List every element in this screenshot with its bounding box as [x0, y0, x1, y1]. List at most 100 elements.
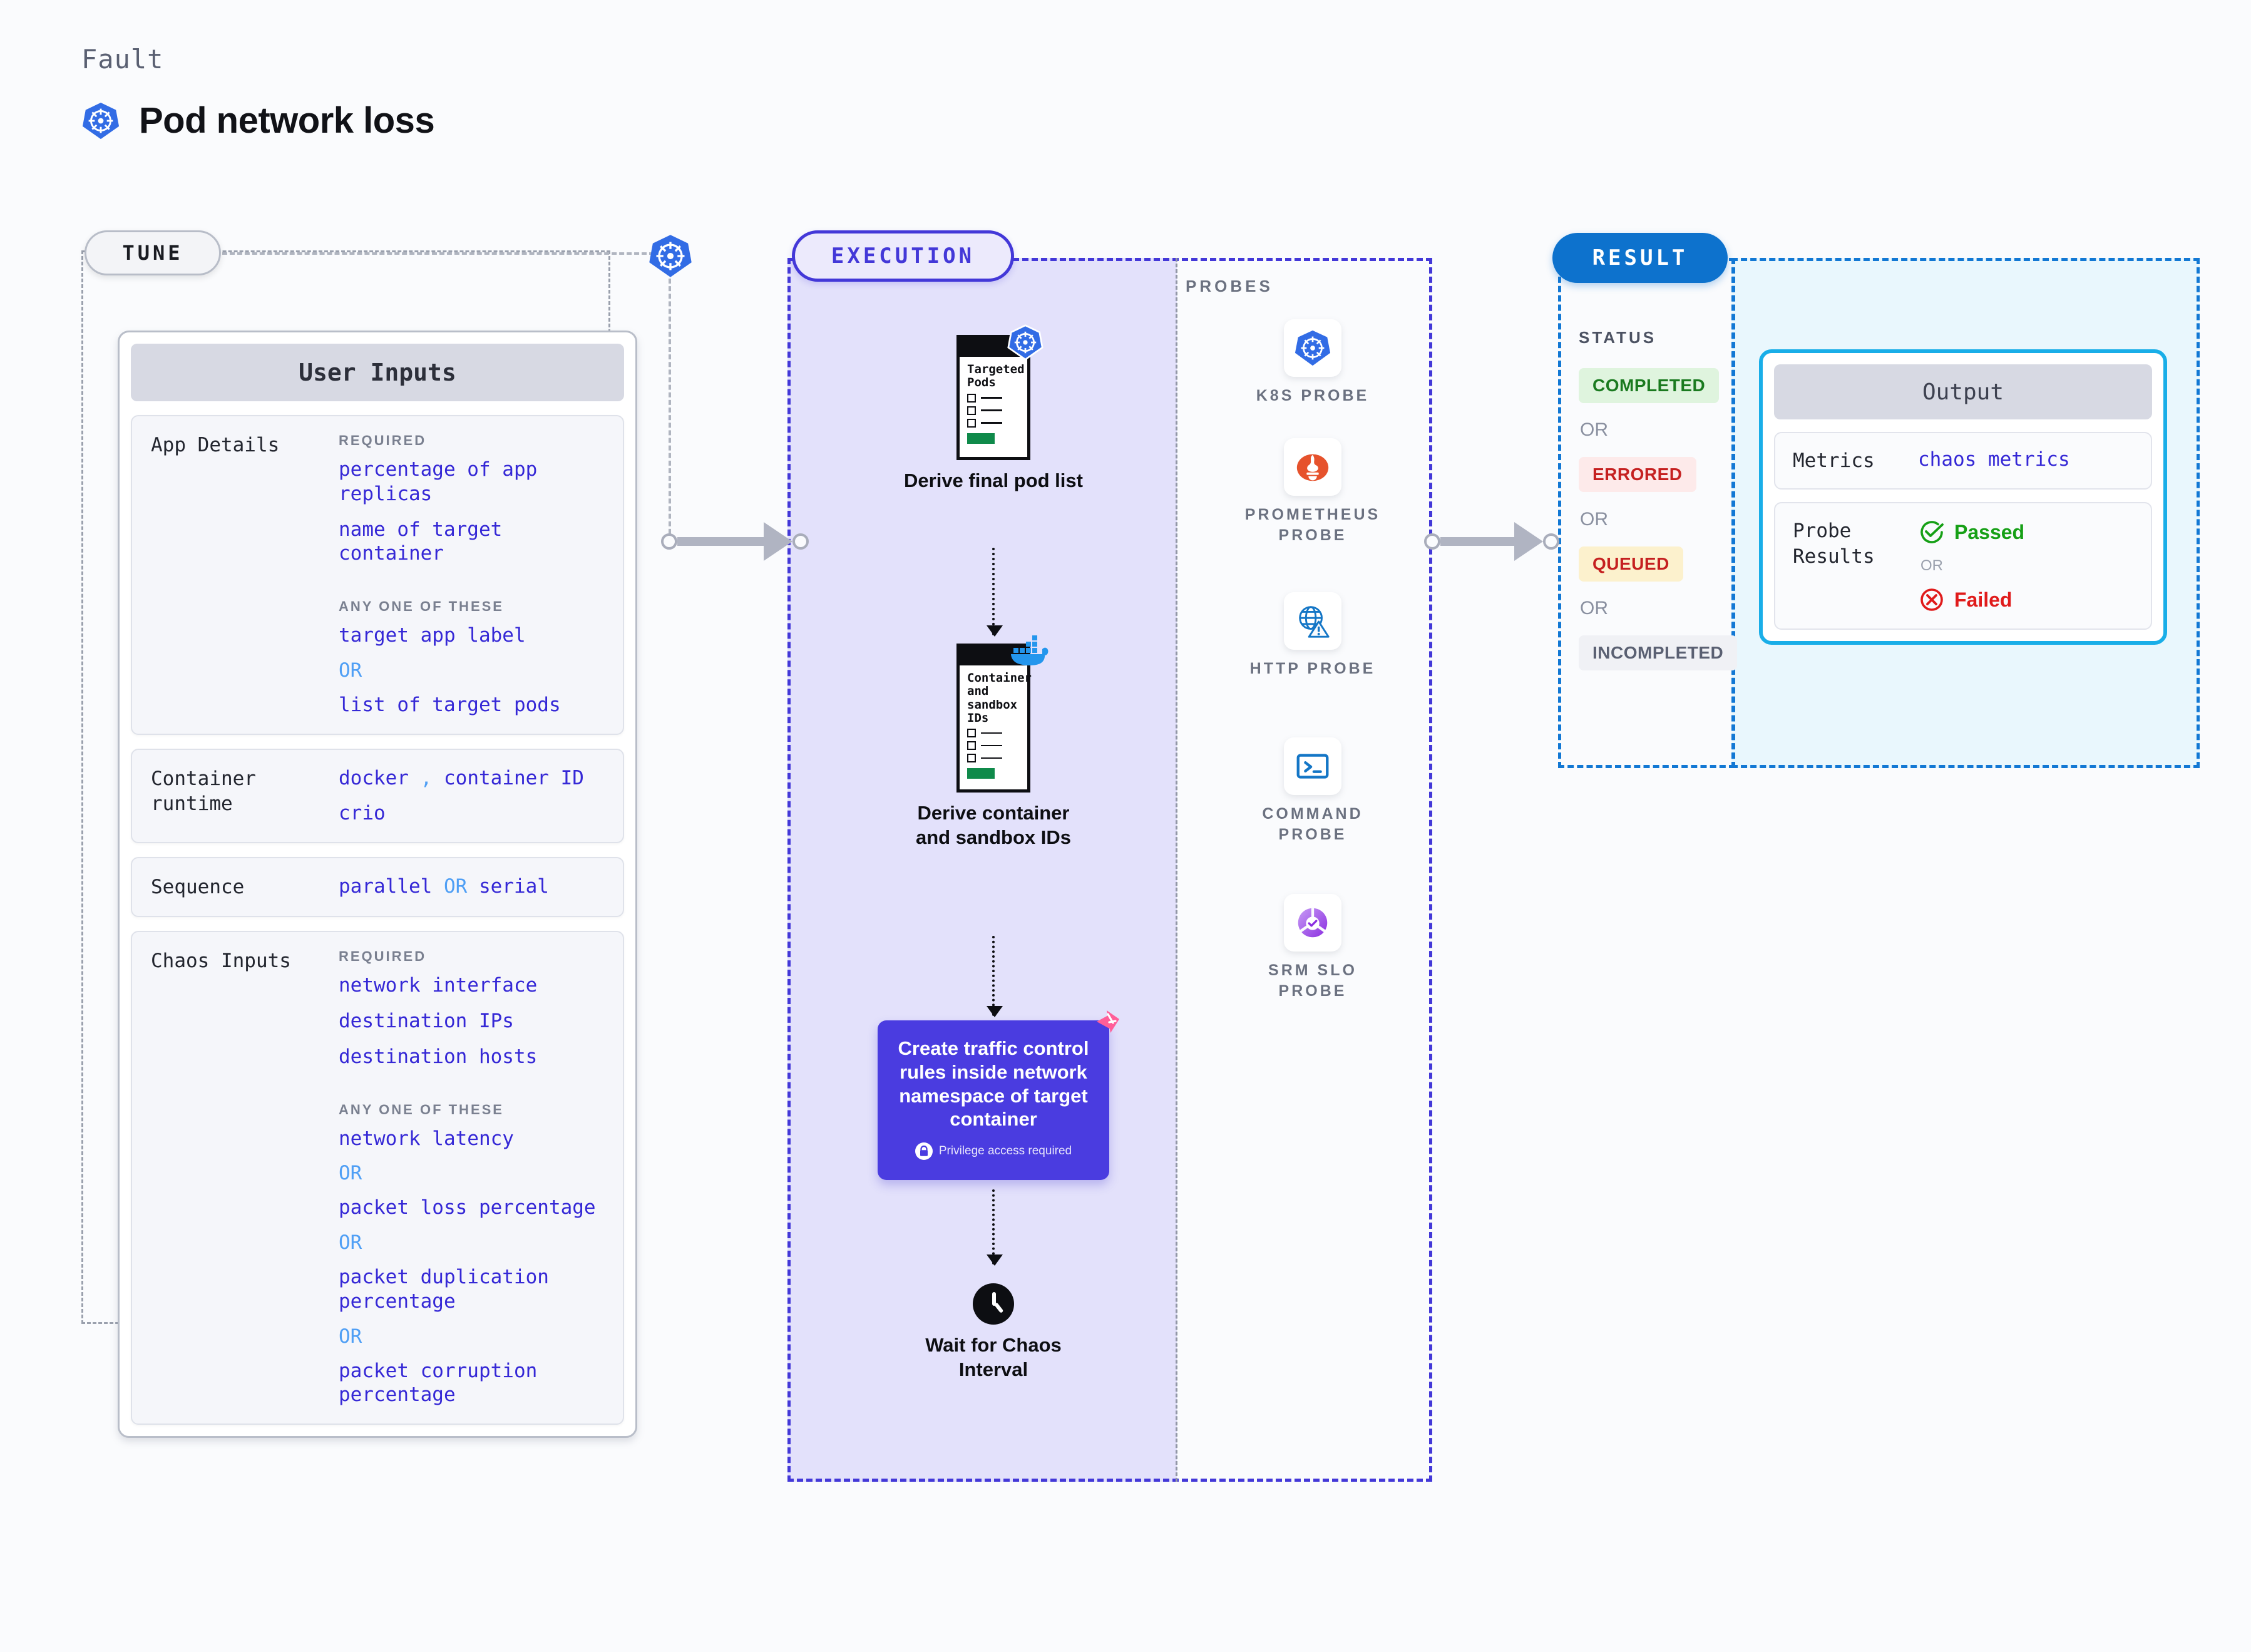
line-placeholder — [981, 757, 1002, 759]
row-label: Metrics — [1793, 449, 1875, 472]
user-inputs-card: User Inputs App Details REQUIRED percent… — [118, 331, 637, 1439]
row-label: Container runtime — [151, 767, 256, 815]
connector-arrowhead — [764, 522, 792, 561]
or-separator: OR — [1580, 509, 1608, 530]
line-placeholder — [981, 397, 1002, 399]
connector-tune-to-execution — [661, 522, 811, 561]
result-pill[interactable]: RESULT — [1552, 233, 1728, 283]
input-value: destination IPs — [339, 1010, 514, 1033]
lock-icon — [915, 1142, 933, 1161]
check-circle-icon — [1918, 518, 1946, 546]
probe-srm-slo[interactable]: SRM SLO PROBE — [1241, 894, 1385, 1001]
row-label: App Details — [151, 434, 280, 456]
or-separator: OR — [339, 1231, 362, 1254]
probe-label: COMMAND PROBE — [1262, 805, 1363, 843]
status-badge-errored: ERRORED — [1579, 457, 1696, 492]
probe-prometheus[interactable]: PROMETHEUS PROBE — [1241, 438, 1385, 545]
checkbox-icon — [967, 393, 976, 403]
checklist-line — [967, 729, 1020, 738]
input-value: packet duplication percentage — [339, 1266, 549, 1313]
flow-node-derive-container-ids: Container and sandbox IDs Derive contain… — [900, 635, 1087, 850]
card-title: Container and sandbox IDs — [967, 671, 1032, 725]
passed-label: Passed — [1954, 520, 2025, 543]
node-caption: Wait for Chaos Interval — [925, 1334, 1062, 1380]
node-caption: Derive container and sandbox IDs — [915, 802, 1072, 848]
status-badge-queued: QUEUED — [1579, 546, 1683, 582]
probe-label: HTTP PROBE — [1249, 660, 1376, 677]
tune-vertical-divider — [669, 279, 671, 541]
input-value: packet loss percentage — [339, 1196, 596, 1219]
probe-label: PROMETHEUS PROBE — [1244, 506, 1381, 544]
line-placeholder — [981, 732, 1002, 734]
status-badge-label: ERRORED — [1592, 464, 1683, 484]
probe-result-passed: Passed — [1918, 518, 2024, 546]
status-bar-green — [967, 768, 995, 779]
action-node-create-tc-rules: Create traffic control rules inside netw… — [878, 1010, 1119, 1180]
tune-connector-line — [222, 252, 654, 255]
input-value: percentage of app replicas — [339, 458, 538, 505]
input-value: packet corruption percentage — [339, 1359, 538, 1407]
or-separator: OR — [1580, 419, 1608, 440]
flow-node-wait-chaos-interval: Wait for Chaos Interval — [900, 1283, 1087, 1382]
probe-label: SRM SLO PROBE — [1268, 962, 1357, 1000]
flow-node-derive-pod-list: Targeted Pods Derive final pod list — [900, 324, 1087, 493]
flow-arrow — [987, 548, 1003, 637]
row-label: Sequence — [151, 876, 245, 898]
flow-arrow — [987, 936, 1003, 1017]
or-separator: OR — [1920, 557, 1943, 575]
or-separator: OR — [339, 659, 362, 682]
kubernetes-icon — [81, 101, 120, 140]
input-value: serial — [478, 875, 549, 898]
probes-heading: PROBES — [1186, 277, 1273, 295]
connector-line — [1440, 537, 1515, 546]
checklist-line — [967, 406, 1020, 415]
input-row-container-runtime: Container runtime docker , container ID … — [131, 748, 624, 843]
checkbox-icon — [967, 418, 976, 428]
node-caption: Derive final pod list — [904, 469, 1083, 491]
action-text: Create traffic control rules inside netw… — [898, 1037, 1089, 1131]
http-globe-warning-icon — [1284, 592, 1341, 650]
x-circle-icon — [1918, 586, 1946, 613]
input-value: network interface — [339, 974, 538, 997]
execution-pill[interactable]: EXECUTION — [792, 230, 1014, 282]
clock-icon — [973, 1283, 1014, 1325]
group-heading: ANY ONE OF THESE — [339, 598, 504, 614]
probe-http[interactable]: HTTP PROBE — [1241, 592, 1385, 679]
input-value-line: parallel OR serial — [339, 875, 604, 899]
output-row-probe-results: Probe Results Passed OR Failed — [1774, 502, 2152, 630]
output-card: Output Metrics chaos metrics Probe Resul… — [1759, 349, 2167, 645]
user-inputs-title: User Inputs — [131, 344, 624, 401]
kubernetes-icon — [648, 233, 693, 279]
status-badge-label: QUEUED — [1592, 554, 1669, 573]
input-value: container ID — [444, 766, 584, 789]
connector-arrowhead — [1514, 522, 1543, 561]
failed-label: Failed — [1954, 588, 2013, 611]
row-label: Probe Results — [1793, 520, 1875, 568]
input-row-sequence: Sequence parallel OR serial — [131, 857, 624, 918]
privilege-note-row: Privilege access required — [890, 1142, 1097, 1161]
connector-dot — [661, 533, 677, 550]
result-pill-label: RESULT — [1592, 245, 1688, 270]
tune-pill[interactable]: TUNE — [85, 230, 221, 275]
status-badge-completed: COMPLETED — [1579, 368, 1720, 403]
container-sandbox-card: Container and sandbox IDs — [956, 635, 1049, 793]
checkbox-icon — [967, 406, 976, 415]
fault-title-row: Pod network loss — [81, 100, 435, 141]
connector-dot — [1424, 533, 1440, 550]
checklist-line — [967, 754, 1020, 763]
group-heading: REQUIRED — [339, 948, 427, 965]
tune-pill-label: TUNE — [122, 241, 183, 265]
status-badge-label: COMPLETED — [1592, 376, 1706, 395]
prometheus-icon — [1284, 438, 1341, 496]
input-value: target app label — [339, 624, 526, 647]
input-value: docker — [339, 766, 409, 789]
srm-slo-icon — [1284, 894, 1341, 952]
probe-k8s[interactable]: K8S PROBE — [1241, 319, 1385, 406]
terminal-icon — [1284, 737, 1341, 795]
probe-result-failed: Failed — [1918, 586, 2024, 613]
group-heading: ANY ONE OF THESE — [339, 1101, 504, 1117]
probe-command[interactable]: COMMAND PROBE — [1241, 737, 1385, 844]
row-label: Chaos Inputs — [151, 950, 291, 973]
status-badge-label: INCOMPLETED — [1592, 643, 1724, 662]
connector-dot — [1543, 533, 1559, 550]
